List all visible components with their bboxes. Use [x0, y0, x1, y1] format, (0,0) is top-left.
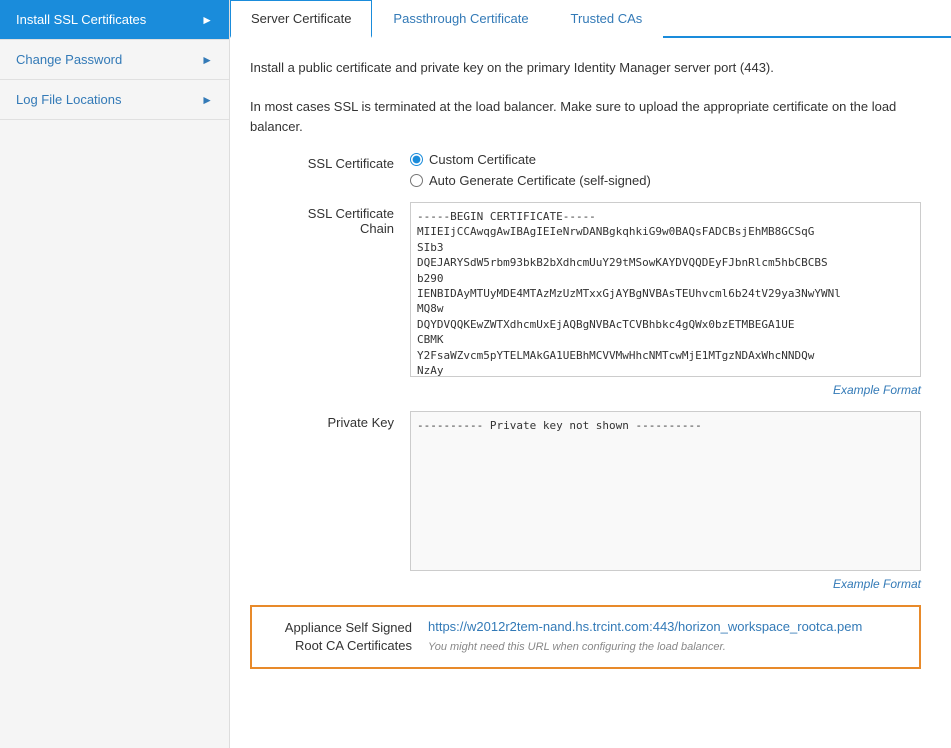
sidebar-item-password-label: Change Password — [16, 52, 122, 67]
sidebar: Install SSL Certificates ► Change Passwo… — [0, 0, 230, 748]
tab-server-certificate[interactable]: Server Certificate — [230, 0, 372, 38]
ssl-chain-row: SSL CertificateChain -----BEGIN CERTIFIC… — [250, 202, 921, 397]
ssl-certificate-options: Custom Certificate Auto Generate Certifi… — [410, 152, 921, 188]
sidebar-item-change-password[interactable]: Change Password ► — [0, 40, 229, 80]
sidebar-item-ssl-certificates[interactable]: Install SSL Certificates ► — [0, 0, 229, 40]
tab-bar: Server Certificate Passthrough Certifica… — [230, 0, 951, 38]
private-key-example-link[interactable]: Example Format — [410, 577, 921, 591]
appliance-content: https://w2012r2tem-nand.hs.trcint.com:44… — [428, 619, 903, 653]
private-key-label: Private Key — [250, 411, 410, 430]
radio-auto-input[interactable] — [410, 174, 423, 187]
radio-custom-input[interactable] — [410, 153, 423, 166]
chevron-right-icon: ► — [201, 93, 213, 107]
ssl-chain-textarea[interactable]: -----BEGIN CERTIFICATE----- MIIEIjCCAwqg… — [410, 202, 921, 377]
tab-content: Install a public certificate and private… — [230, 38, 951, 748]
appliance-url-link[interactable]: https://w2012r2tem-nand.hs.trcint.com:44… — [428, 619, 903, 634]
description-line2: In most cases SSL is terminated at the l… — [250, 97, 921, 136]
sidebar-item-ssl-label: Install SSL Certificates — [16, 12, 146, 27]
appliance-hint: You might need this URL when configuring… — [428, 641, 726, 653]
radio-custom-label: Custom Certificate — [429, 152, 536, 167]
cert-chain-example-link[interactable]: Example Format — [410, 383, 921, 397]
tab-trusted-cas[interactable]: Trusted CAs — [550, 0, 664, 38]
private-key-textarea[interactable]: ---------- Private key not shown -------… — [410, 411, 921, 571]
ssl-certificate-label: SSL Certificate — [250, 152, 410, 171]
main-content: Server Certificate Passthrough Certifica… — [230, 0, 951, 748]
ssl-chain-label: SSL CertificateChain — [250, 202, 410, 236]
radio-custom-certificate[interactable]: Custom Certificate — [410, 152, 921, 167]
ssl-chain-field-wrapper: -----BEGIN CERTIFICATE----- MIIEIjCCAwqg… — [410, 202, 921, 397]
appliance-label: Appliance Self Signed Root CA Certificat… — [268, 619, 428, 655]
private-key-row: Private Key ---------- Private key not s… — [250, 411, 921, 591]
sidebar-item-log-file-locations[interactable]: Log File Locations ► — [0, 80, 229, 120]
description-block: Install a public certificate and private… — [250, 58, 921, 136]
description-line1: Install a public certificate and private… — [250, 58, 921, 78]
chevron-right-icon: ► — [201, 53, 213, 67]
tab-passthrough-certificate[interactable]: Passthrough Certificate — [372, 0, 549, 38]
appliance-box: Appliance Self Signed Root CA Certificat… — [250, 605, 921, 669]
ssl-certificate-row: SSL Certificate Custom Certificate Auto … — [250, 152, 921, 188]
chevron-right-icon: ► — [201, 13, 213, 27]
private-key-field-wrapper: ---------- Private key not shown -------… — [410, 411, 921, 591]
radio-auto-label: Auto Generate Certificate (self-signed) — [429, 173, 651, 188]
sidebar-item-log-label: Log File Locations — [16, 92, 122, 107]
radio-auto-generate[interactable]: Auto Generate Certificate (self-signed) — [410, 173, 921, 188]
